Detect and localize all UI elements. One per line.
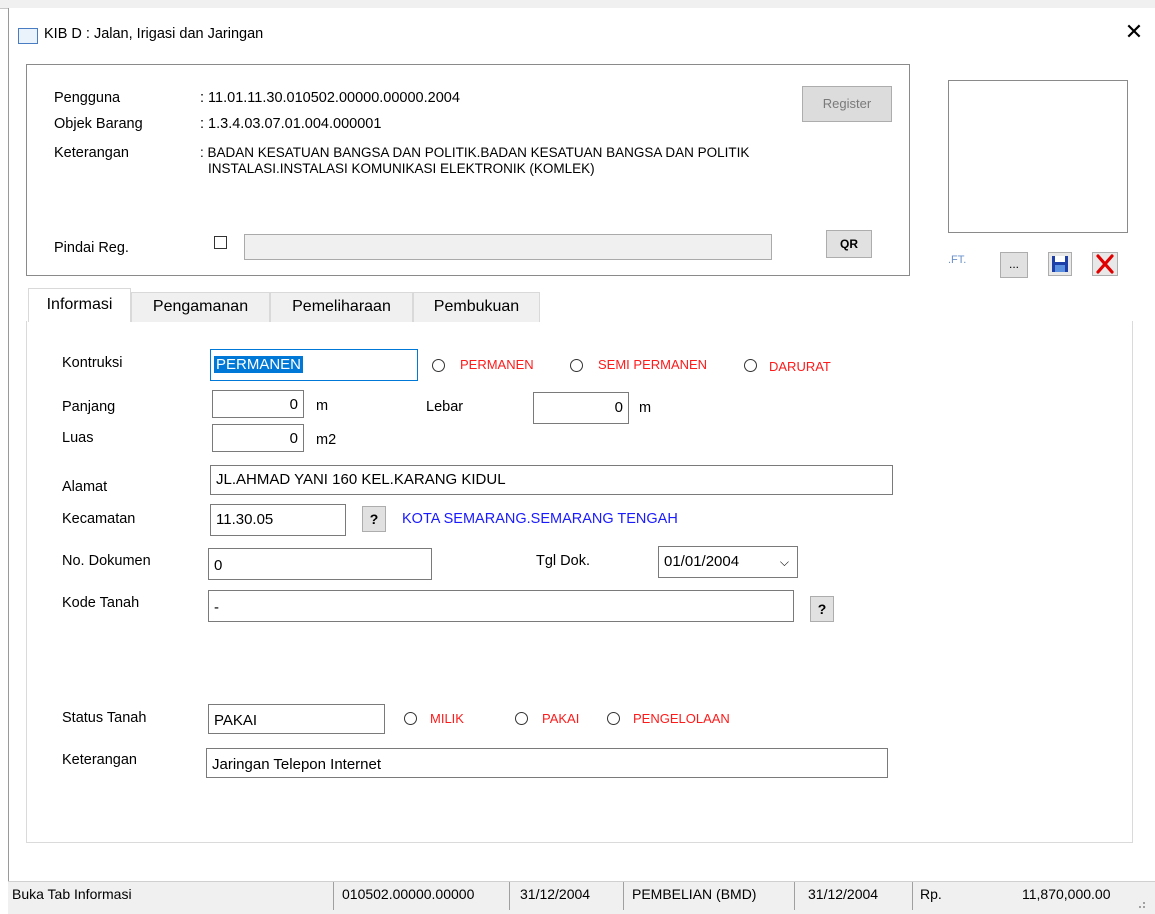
status-separator xyxy=(912,882,913,910)
window-title: KIB D : Jalan, Irigasi dan Jaringan xyxy=(44,26,264,42)
pengguna-value: : 11.01.11.30.010502.00000.00000.2004 xyxy=(200,90,460,106)
keterangan-header-value: : BADAN KESATUAN BANGSA DAN POLITIK.BADA… xyxy=(200,145,749,177)
kode-tanah-lookup-button[interactable]: ? xyxy=(810,596,834,622)
keterangan-label: Keterangan xyxy=(62,752,137,768)
radio-darurat[interactable] xyxy=(744,359,757,372)
lebar-label: Lebar xyxy=(426,399,464,415)
status-separator xyxy=(509,882,510,910)
status-message: Buka Tab Informasi xyxy=(12,886,132,902)
status-date2: 31/12/2004 xyxy=(808,886,879,902)
keterangan-header-label: Keterangan xyxy=(54,145,129,161)
status-date1: 31/12/2004 xyxy=(520,886,591,902)
radio-semi-permanen[interactable] xyxy=(570,359,583,372)
register-button[interactable]: Register xyxy=(802,86,892,122)
resize-grip-icon[interactable] xyxy=(1134,896,1146,908)
floppy-icon xyxy=(1052,256,1068,272)
pindai-reg-field[interactable] xyxy=(244,234,772,260)
save-photo-button[interactable] xyxy=(1048,252,1072,276)
panjang-label: Panjang xyxy=(62,399,116,415)
pindai-reg-label: Pindai Reg. xyxy=(54,240,129,256)
radio-milik[interactable] xyxy=(404,712,417,725)
alamat-input[interactable]: JL.AHMAD YANI 160 KEL.KARANG KIDUL xyxy=(210,465,893,495)
qr-button[interactable]: QR xyxy=(826,230,872,258)
objek-barang-label: Objek Barang xyxy=(54,116,143,132)
kontruksi-input[interactable]: PERMANEN xyxy=(210,349,418,381)
status-tanah-input[interactable]: PAKAI xyxy=(208,704,385,734)
status-tanah-label: Status Tanah xyxy=(62,710,147,726)
luas-label: Luas xyxy=(62,430,94,446)
ft-label: .FT. xyxy=(948,254,967,266)
keterangan-line-2: INSTALASI.INSTALASI KOMUNIKASI ELEKTRONI… xyxy=(208,161,595,176)
status-separator xyxy=(333,882,334,910)
pindai-reg-checkbox[interactable] xyxy=(214,236,227,249)
tab-informasi[interactable]: Informasi xyxy=(28,288,131,322)
radio-semi-permanen-label: SEMI PERMANEN xyxy=(598,357,708,372)
tab-pemeliharaan[interactable]: Pemeliharaan xyxy=(270,292,413,322)
tgl-dok-value: 01/01/2004 xyxy=(664,553,740,570)
no-dokumen-input[interactable]: 0 xyxy=(208,548,432,580)
status-acquisition: PEMBELIAN (BMD) xyxy=(632,886,757,902)
panjang-input[interactable]: 0 xyxy=(212,390,304,418)
status-separator xyxy=(623,882,624,910)
tgl-dok-picker[interactable]: 01/01/2004 ⌵ xyxy=(658,546,798,578)
status-amount: 11,870,000.00 xyxy=(1022,886,1111,902)
window-icon xyxy=(18,28,38,44)
radio-permanen-label: PERMANEN xyxy=(460,357,534,372)
radio-pakai[interactable] xyxy=(515,712,528,725)
tab-pengamanan[interactable]: Pengamanan xyxy=(131,292,270,322)
kode-tanah-input[interactable]: - xyxy=(208,590,794,622)
red-x-icon xyxy=(1096,254,1114,274)
radio-permanen[interactable] xyxy=(432,359,445,372)
status-separator xyxy=(794,882,795,910)
kecamatan-label: Kecamatan xyxy=(62,511,136,527)
browse-photo-button[interactable]: ... xyxy=(1000,252,1028,278)
delete-photo-button[interactable] xyxy=(1092,252,1118,276)
resize-grip-dots xyxy=(1139,902,1145,908)
lebar-input[interactable]: 0 xyxy=(533,392,629,424)
radio-darurat-label: DARURAT xyxy=(769,359,831,374)
tab-pembukuan[interactable]: Pembukuan xyxy=(413,292,540,322)
radio-pakai-label: PAKAI xyxy=(542,711,580,726)
tgl-dok-label: Tgl Dok. xyxy=(536,553,590,569)
close-icon: ✕ xyxy=(1124,19,1144,44)
status-code: 010502.00000.00000 xyxy=(342,886,475,902)
radio-pengelolaan[interactable] xyxy=(607,712,620,725)
kecamatan-lookup-button[interactable]: ? xyxy=(362,506,386,532)
kode-tanah-label: Kode Tanah xyxy=(62,595,140,611)
kecamatan-name: KOTA SEMARANG.SEMARANG TENGAH xyxy=(402,511,678,527)
photo-preview xyxy=(948,80,1128,233)
chevron-down-icon: ⌵ xyxy=(779,555,789,569)
no-dokumen-label: No. Dokumen xyxy=(62,553,151,569)
radio-milik-label: MILIK xyxy=(430,711,464,726)
luas-input[interactable]: 0 xyxy=(212,424,304,452)
panjang-unit: m xyxy=(316,398,329,414)
alamat-label: Alamat xyxy=(62,479,108,495)
luas-unit: m2 xyxy=(316,432,337,448)
radio-pengelolaan-label: PENGELOLAAN xyxy=(633,711,730,726)
status-currency: Rp. xyxy=(920,886,942,902)
lebar-unit: m xyxy=(639,400,652,416)
objek-barang-value: : 1.3.4.03.07.01.004.000001 xyxy=(200,116,382,132)
pengguna-label: Pengguna xyxy=(54,90,121,106)
keterangan-input[interactable]: Jaringan Telepon Internet xyxy=(206,748,888,778)
close-button[interactable]: ✕ xyxy=(1122,20,1146,44)
keterangan-line-1: : BADAN KESATUAN BANGSA DAN POLITIK.BADA… xyxy=(200,145,750,160)
kontruksi-selected-text: PERMANEN xyxy=(214,356,304,373)
kecamatan-input[interactable]: 11.30.05 xyxy=(210,504,346,536)
kontruksi-label: Kontruksi xyxy=(62,355,123,371)
